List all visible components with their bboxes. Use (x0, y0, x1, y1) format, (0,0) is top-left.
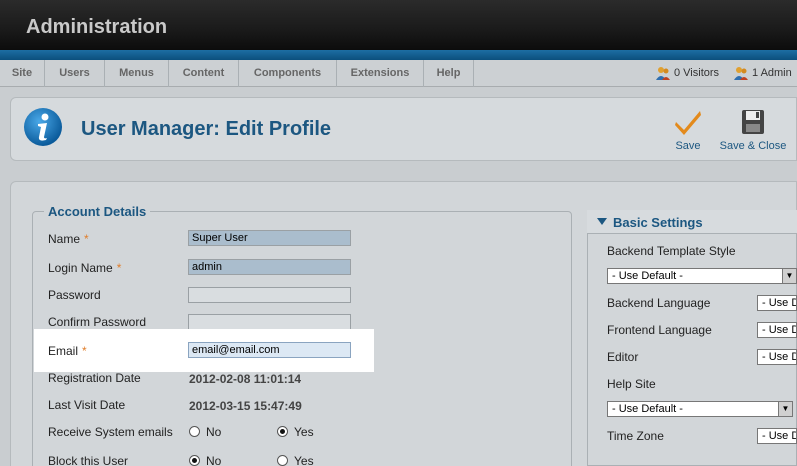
help-site-select[interactable]: - Use Default - ▼ (607, 401, 793, 417)
save-button[interactable]: Save (669, 108, 707, 156)
chevron-down-icon: ▼ (778, 402, 792, 416)
timezone-label: Time Zone (607, 429, 664, 443)
last-visit-label: Last Visit Date (48, 398, 126, 412)
main-menu-bar: Site Users Menus Content Components Exte… (0, 60, 797, 87)
name-field[interactable] (188, 230, 351, 246)
block-user-yes-radio[interactable] (277, 455, 288, 466)
receive-emails-label: Receive System emails (48, 425, 173, 439)
block-user-no-radio[interactable] (189, 455, 200, 466)
block-user-label: Block this User (48, 454, 129, 466)
block-user-yes-label: Yes (294, 454, 314, 466)
required-mark: * (82, 344, 87, 358)
password-field[interactable] (188, 287, 351, 303)
name-label: Name * (48, 232, 89, 246)
confirm-password-field[interactable] (188, 314, 351, 330)
backend-template-label: Backend Template Style (607, 244, 736, 258)
required-mark: * (84, 232, 89, 246)
account-details-legend: Account Details (44, 204, 151, 219)
backend-language-label: Backend Language (607, 296, 711, 310)
last-visit-value: 2012-03-15 15:47:49 (189, 399, 302, 413)
login-name-label: Login Name * (48, 261, 121, 275)
menu-content[interactable]: Content (169, 60, 239, 87)
floppy-disk-icon (742, 110, 764, 134)
menu-site[interactable]: Site (0, 60, 45, 87)
menu-users[interactable]: Users (45, 60, 105, 87)
backend-template-value: - Use Default - (612, 270, 683, 282)
registration-date-value: 2012-02-08 11:01:14 (189, 372, 302, 386)
toolbar: User Manager: Edit Profile Save Save & C… (10, 97, 797, 161)
header-accent-bar (0, 50, 797, 60)
info-icon (24, 108, 62, 146)
basic-settings-title: Basic Settings (613, 215, 703, 230)
backend-template-select[interactable]: - Use Default - ▼ (607, 268, 797, 284)
required-mark: * (116, 261, 122, 275)
help-site-value: - Use Default - (612, 403, 683, 415)
email-field[interactable] (188, 342, 351, 358)
frontend-language-value: - Use D (762, 324, 797, 336)
chevron-down-icon: ▼ (782, 269, 796, 283)
admins-count: 1 Admin (752, 67, 792, 79)
receive-emails-no-label: No (206, 425, 222, 439)
collapse-arrow-icon (597, 218, 607, 225)
block-user-no-label: No (206, 454, 222, 466)
editor-value: - Use D (762, 351, 797, 363)
help-site-label: Help Site (607, 377, 656, 391)
email-label-text: Email (48, 344, 79, 358)
save-label: Save (675, 140, 701, 152)
editor-label: Editor (607, 350, 639, 364)
password-label: Password (48, 288, 101, 302)
timezone-value: - Use D (762, 430, 797, 442)
receive-emails-yes-label: Yes (294, 425, 314, 439)
login-name-field[interactable] (188, 259, 351, 275)
visitors-count: 0 Visitors (674, 67, 720, 79)
login-name-label-text: Login Name (48, 261, 113, 275)
menu-menus[interactable]: Menus (105, 60, 169, 87)
receive-emails-no-radio[interactable] (189, 426, 200, 437)
menu-components[interactable]: Components (239, 60, 337, 87)
save-close-label: Save & Close (719, 140, 787, 152)
admin-title: Administration (26, 16, 168, 38)
confirm-password-label: Confirm Password (48, 315, 147, 329)
timezone-select[interactable]: - Use D (757, 428, 797, 444)
registration-date-label: Registration Date (48, 371, 141, 385)
save-close-button[interactable]: Save & Close (717, 108, 789, 156)
visitors-status[interactable]: 0 Visitors (655, 60, 719, 87)
name-label-text: Name (48, 232, 81, 246)
menu-extensions[interactable]: Extensions (337, 60, 424, 87)
backend-language-value: - Use D (762, 297, 797, 309)
backend-language-select[interactable]: - Use D (757, 295, 797, 311)
users-icon (656, 67, 670, 81)
page-title: User Manager: Edit Profile (81, 118, 332, 140)
menu-help[interactable]: Help (424, 60, 474, 87)
frontend-language-label: Frontend Language (607, 323, 712, 337)
admins-status[interactable]: 1 Admin (733, 60, 792, 87)
admin-header: Administration (0, 0, 797, 50)
checkmark-icon (675, 111, 701, 135)
admin-users-icon (734, 67, 748, 81)
receive-emails-yes-radio[interactable] (277, 426, 288, 437)
frontend-language-select[interactable]: - Use D (757, 322, 797, 338)
editor-select[interactable]: - Use D (757, 349, 797, 365)
email-label: Email * (48, 344, 87, 358)
